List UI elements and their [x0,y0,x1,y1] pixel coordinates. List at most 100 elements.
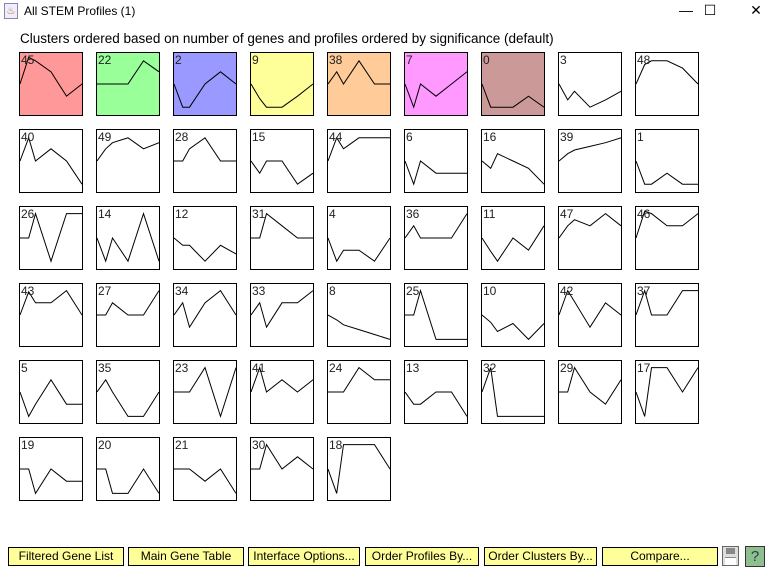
profile-box[interactable]: 25 [404,283,468,347]
profile-box[interactable]: 34 [173,283,237,347]
profile-id-label: 38 [329,53,343,67]
order-profiles-button[interactable]: Order Profiles By... [365,547,479,566]
profile-box[interactable]: 3 [558,52,622,116]
profile-line [482,225,544,263]
profile-id-label: 49 [98,130,112,144]
profile-box[interactable]: 18 [327,437,391,501]
floppy-disk-icon[interactable] [722,546,739,566]
profile-id-label: 36 [406,207,420,221]
profile-id-label: 3 [560,53,567,67]
profile-box[interactable]: 49 [96,129,160,193]
profile-box[interactable]: 19 [19,437,83,501]
profile-id-label: 40 [21,130,35,144]
compare-button[interactable]: Compare... [602,547,718,566]
profile-id-label: 41 [252,361,266,375]
profile-id-label: 21 [175,438,189,452]
profile-line [20,136,82,185]
profile-box[interactable]: 10 [481,283,545,347]
profile-box[interactable]: 21 [173,437,237,501]
profile-id-label: 25 [406,284,420,298]
profile-id-label: 22 [98,53,112,67]
profile-id-label: 1 [637,130,644,144]
profile-box[interactable]: 0 [481,52,545,116]
help-icon[interactable]: ? [745,546,765,567]
profile-box[interactable]: 22 [96,52,160,116]
profile-box[interactable]: 9 [250,52,314,116]
profile-box[interactable]: 41 [250,360,314,424]
profile-id-label: 16 [483,130,497,144]
profile-box[interactable]: 42 [558,283,622,347]
profile-line [251,160,313,185]
profile-id-label: 48 [637,53,651,67]
profile-id-label: 19 [21,438,35,452]
profile-box[interactable]: 29 [558,360,622,424]
profile-box[interactable]: 17 [635,360,699,424]
title-bar: ♨ All STEM Profiles (1) — ☐ ✕ [0,0,772,22]
profile-id-label: 11 [483,207,496,221]
profile-line [20,468,82,495]
profile-id-label: 47 [560,207,574,221]
profile-line [20,378,82,418]
profile-line [97,468,159,494]
profile-id-label: 43 [21,284,35,298]
profile-id-label: 27 [98,284,112,298]
profile-id-label: 45 [21,53,35,67]
profile-box[interactable]: 38 [327,52,391,116]
profile-box[interactable]: 4 [327,206,391,270]
profile-box[interactable]: 14 [96,206,160,270]
profile-line [405,71,467,109]
profile-id-label: 44 [329,130,343,144]
profile-box[interactable]: 35 [96,360,160,424]
profile-box[interactable]: 16 [481,129,545,193]
profile-box[interactable]: 43 [19,283,83,347]
profile-id-label: 13 [406,361,420,375]
profile-box[interactable]: 2 [173,52,237,116]
profile-box[interactable]: 48 [635,52,699,116]
profile-id-label: 2 [175,53,182,67]
profile-box[interactable]: 13 [404,360,468,424]
maximize-button[interactable]: ☐ [687,0,733,22]
profile-box[interactable]: 45 [19,52,83,116]
profile-id-label: 34 [175,284,189,298]
profile-line [482,153,544,185]
profile-id-label: 46 [637,207,651,221]
order-clusters-button[interactable]: Order Clusters By... [484,547,597,566]
profile-box[interactable]: 26 [19,206,83,270]
profile-box[interactable]: 23 [173,360,237,424]
profile-box[interactable]: 24 [327,360,391,424]
profile-id-label: 32 [483,361,497,375]
ordering-description: Clusters ordered based on number of gene… [20,31,554,46]
profile-box[interactable]: 44 [327,129,391,193]
profile-box[interactable]: 46 [635,206,699,270]
profile-box[interactable]: 15 [250,129,314,193]
profile-box[interactable]: 37 [635,283,699,347]
profile-box[interactable]: 39 [558,129,622,193]
profile-box[interactable]: 47 [558,206,622,270]
profile-id-label: 18 [329,438,343,452]
profile-box[interactable]: 8 [327,283,391,347]
profile-id-label: 26 [21,207,35,221]
profile-box[interactable]: 33 [250,283,314,347]
profile-box[interactable]: 31 [250,206,314,270]
window-title: All STEM Profiles (1) [24,4,136,18]
profile-id-label: 12 [175,207,189,221]
profile-box[interactable]: 20 [96,437,160,501]
profile-id-label: 4 [329,207,336,221]
profile-box[interactable]: 28 [173,129,237,193]
close-button[interactable]: ✕ [733,0,772,22]
profile-box[interactable]: 5 [19,360,83,424]
profile-id-label: 28 [175,130,189,144]
profile-box[interactable]: 1 [635,129,699,193]
profile-box[interactable]: 7 [404,52,468,116]
main-gene-table-button[interactable]: Main Gene Table [128,547,244,566]
profile-box[interactable]: 36 [404,206,468,270]
profile-box[interactable]: 40 [19,129,83,193]
profile-box[interactable]: 6 [404,129,468,193]
filtered-gene-list-button[interactable]: Filtered Gene List [8,547,124,566]
interface-options-button[interactable]: Interface Options... [248,547,360,566]
profile-box[interactable]: 27 [96,283,160,347]
profile-box[interactable]: 32 [481,360,545,424]
profile-box[interactable]: 30 [250,437,314,501]
profile-box[interactable]: 11 [481,206,545,270]
profile-box[interactable]: 12 [173,206,237,270]
